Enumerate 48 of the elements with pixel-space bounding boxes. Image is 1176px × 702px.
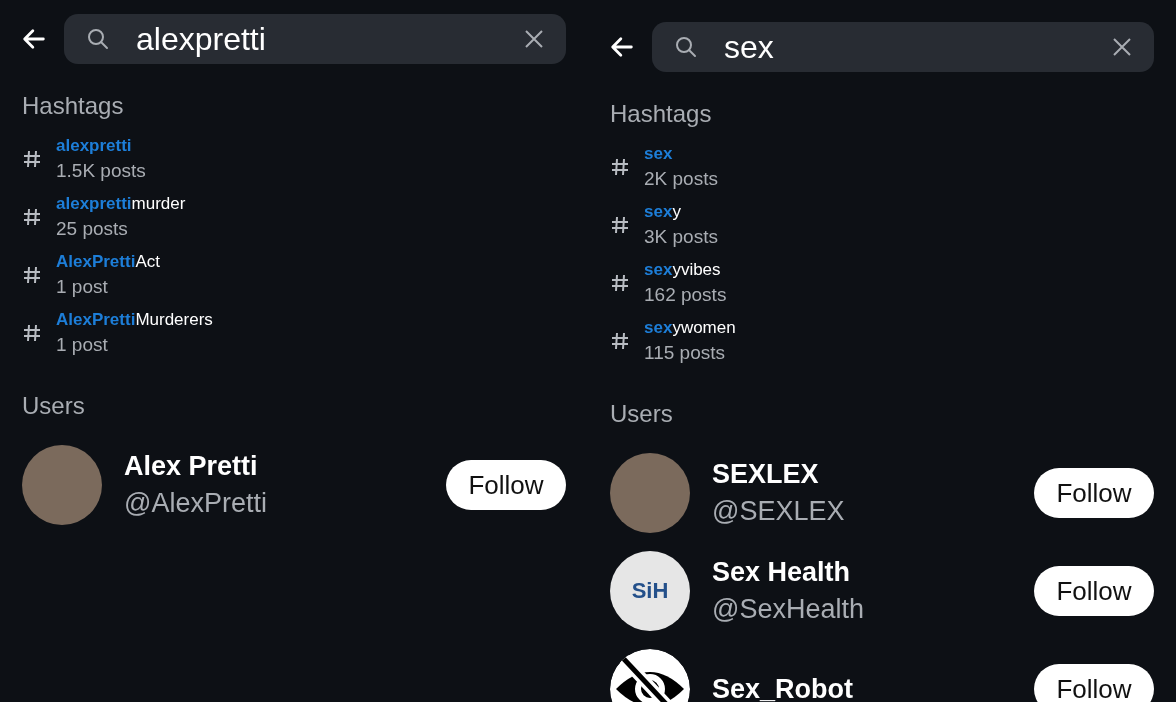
section-heading: Hashtags bbox=[22, 92, 125, 120]
user-name[interactable]: Alex Pretti bbox=[124, 451, 446, 482]
search-input[interactable]: alexpretti bbox=[136, 20, 498, 58]
post-count: 1 post bbox=[56, 276, 109, 298]
follow-button[interactable]: Follow bbox=[446, 460, 566, 510]
hashtag-icon bbox=[610, 157, 630, 177]
hashtag-name[interactable]: sex bbox=[644, 144, 718, 164]
hashtag-name[interactable]: alexpretti bbox=[56, 136, 146, 156]
hashtag-name[interactable]: AlexPrettiMurderers bbox=[56, 310, 213, 330]
hashtag-icon bbox=[22, 323, 42, 343]
user-handle: @SEXLEX bbox=[712, 496, 846, 527]
post-count: 25 posts bbox=[56, 218, 129, 240]
user-name[interactable]: Sex Health bbox=[712, 557, 1034, 588]
hashtag-name[interactable]: alexprettimurder bbox=[56, 194, 186, 214]
post-count: 115 posts bbox=[644, 342, 726, 364]
hashtag-icon bbox=[22, 265, 42, 285]
search-input[interactable]: sex bbox=[724, 28, 1086, 66]
user-handle: @SexHealth bbox=[712, 594, 865, 625]
hashtag-icon bbox=[610, 331, 630, 351]
hashtag-icon bbox=[610, 273, 630, 293]
user-handle: @AlexPretti bbox=[124, 488, 268, 519]
section-heading: Users bbox=[22, 392, 86, 420]
user-name[interactable]: Sex_Robot bbox=[712, 673, 1034, 702]
hashtag-icon bbox=[22, 207, 42, 227]
hashtag-name[interactable]: sexywomen bbox=[644, 318, 736, 338]
search-field[interactable]: alexpretti bbox=[64, 14, 566, 64]
post-count: 162 posts bbox=[644, 284, 727, 306]
search-icon bbox=[674, 35, 698, 59]
follow-button[interactable]: Follow bbox=[1034, 664, 1154, 702]
logo-avatar: SiH bbox=[610, 551, 690, 631]
section-heading: Hashtags bbox=[610, 100, 713, 128]
hashtag-icon bbox=[22, 149, 42, 169]
post-count: 3K posts bbox=[644, 226, 718, 248]
hashtag-icon bbox=[610, 215, 630, 235]
post-count: 1.5K posts bbox=[56, 160, 146, 182]
close-icon[interactable] bbox=[524, 29, 544, 49]
post-count: 2K posts bbox=[644, 168, 718, 190]
hashtag-name[interactable]: sexy bbox=[644, 202, 718, 222]
hashtag-name[interactable]: AlexPrettiAct bbox=[56, 252, 160, 272]
search-field[interactable]: sex bbox=[652, 22, 1154, 72]
hashtag-name[interactable]: sexyvibes bbox=[644, 260, 727, 280]
follow-button[interactable]: Follow bbox=[1034, 468, 1154, 518]
close-icon[interactable] bbox=[1112, 37, 1132, 57]
section-heading: Users bbox=[610, 400, 674, 428]
user-name[interactable]: SEXLEX bbox=[712, 459, 1034, 490]
search-icon bbox=[86, 27, 110, 51]
follow-button[interactable]: Follow bbox=[1034, 566, 1154, 616]
post-count: 1 post bbox=[56, 334, 109, 356]
